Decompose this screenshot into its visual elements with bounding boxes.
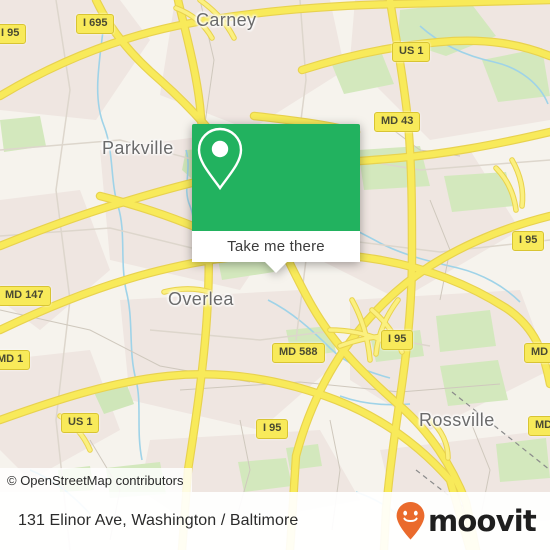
map-attribution[interactable]: © OpenStreetMap contributors xyxy=(0,468,192,492)
road-shield-i95-east[interactable]: I 95 xyxy=(512,231,545,251)
popup-pointer xyxy=(265,262,287,273)
moovit-smiley-pin-icon xyxy=(396,502,425,540)
road-shield-i95-south[interactable]: I 95 xyxy=(256,419,289,439)
road-shield-i95-interchange[interactable]: I 95 xyxy=(381,330,414,350)
take-me-there-label: Take me there xyxy=(227,238,325,255)
take-me-there-button[interactable]: Take me there xyxy=(192,231,360,262)
road-shield-us1-north[interactable]: US 1 xyxy=(392,42,431,62)
map-canvas[interactable]: .bg { fill:#f6f3ed; } .built{ fill:#efe6… xyxy=(0,0,550,550)
attribution-text: © OpenStreetMap contributors xyxy=(7,472,184,488)
footer-bar: 131 Elinor Ave, Washington / Baltimore m… xyxy=(0,492,550,550)
road-shield-left-edge-upper[interactable]: I 95 xyxy=(0,24,27,44)
road-shield-md588[interactable]: MD 588 xyxy=(272,343,325,363)
moovit-logo[interactable]: moovit xyxy=(395,501,537,541)
road-shield-md-right-lower[interactable]: MD 7 xyxy=(528,416,550,436)
address-title: 131 Elinor Ave, Washington / Baltimore xyxy=(18,512,299,529)
road-shield-i695[interactable]: I 695 xyxy=(76,14,115,34)
road-shield-us1-south[interactable]: US 1 xyxy=(61,413,100,433)
map-screen: .bg { fill:#f6f3ed; } .built{ fill:#efe6… xyxy=(0,0,550,550)
map-pin-icon xyxy=(197,127,243,191)
road-shield-md43[interactable]: MD 43 xyxy=(374,112,421,132)
moovit-wordmark: moovit xyxy=(428,504,537,538)
road-shield-md147[interactable]: MD 147 xyxy=(0,286,51,306)
popup-icon-area xyxy=(192,124,360,231)
road-shield-left-edge-lower[interactable]: MD 1 xyxy=(0,350,31,370)
road-shield-md-right-upper[interactable]: MD 7 xyxy=(524,343,550,363)
location-popup-card[interactable]: Take me there xyxy=(192,124,360,273)
